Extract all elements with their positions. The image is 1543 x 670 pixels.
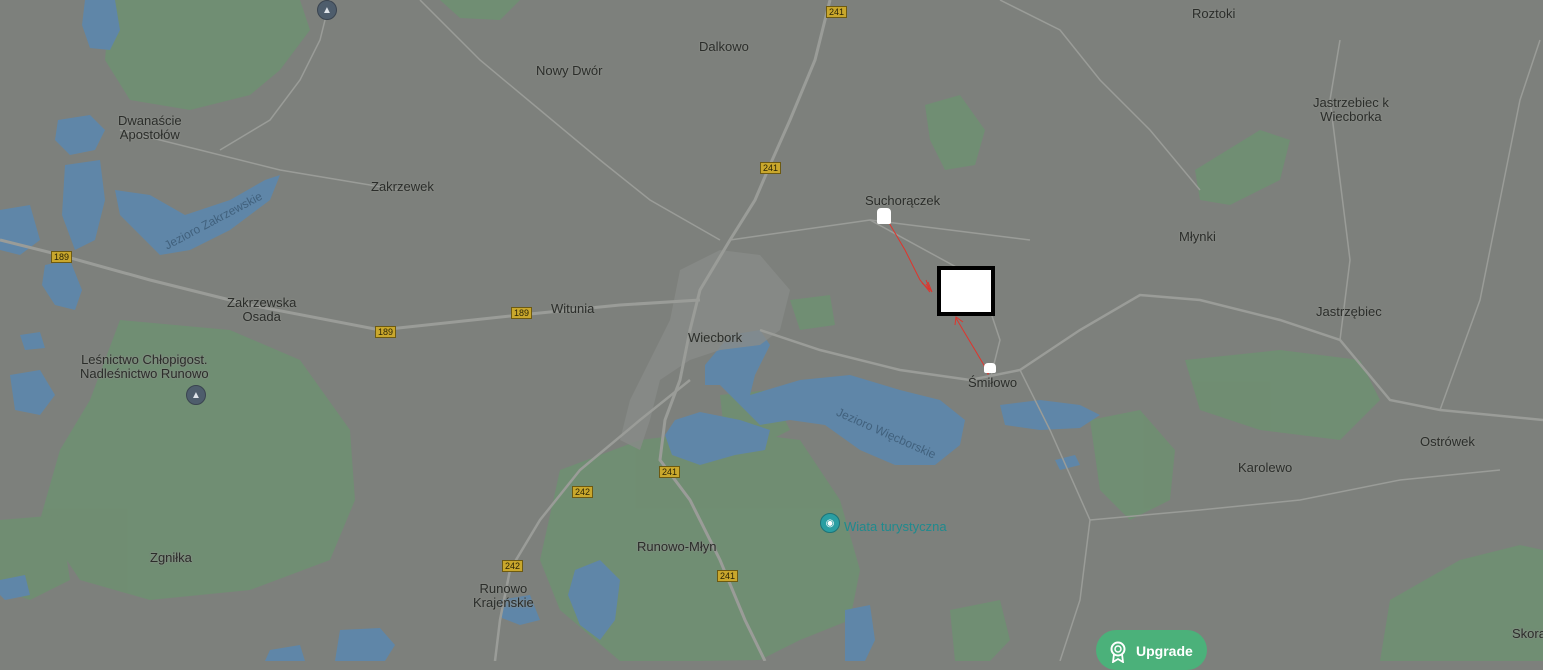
poi-label-wiata-turystyczna[interactable]: Wiata turystyczna: [844, 520, 947, 534]
place-label-suchoraczek: Suchorączek: [865, 193, 941, 208]
landmark-icon[interactable]: ▲: [186, 385, 206, 405]
place-label-zgnilka: Zgniłka: [150, 550, 192, 565]
place-label-jastrzebiec: Jastrzębiec: [1316, 304, 1382, 319]
road-shield-241: 241: [659, 466, 681, 478]
place-label-ostrowek: Ostrówek: [1420, 434, 1475, 449]
aircraft-marker[interactable]: [877, 208, 891, 224]
upgrade-button-label: Upgrade: [1136, 643, 1193, 659]
place-label-zakrzewska-osada: Zakrzewska Osada: [227, 295, 297, 324]
place-label-zakrzewek: Zakrzewek: [371, 179, 434, 194]
road-shield-241: 241: [717, 570, 739, 582]
place-label-runowo-mlyn: Runowo-Młyn: [637, 539, 717, 554]
road-shield-189: 189: [51, 251, 73, 263]
aircraft-marker[interactable]: [984, 363, 996, 373]
road-shield-241: 241: [826, 6, 848, 18]
place-label-lesnictwo: Leśnictwo Chłopigost. Nadleśnictwo Runow…: [80, 352, 209, 381]
award-icon: [1110, 641, 1126, 663]
place-label-karolewo: Karolewo: [1238, 460, 1293, 475]
road-shield-189: 189: [511, 307, 533, 319]
place-label-wiecbork: Wiecbork: [688, 330, 743, 345]
place-label-witunia: Witunia: [551, 301, 595, 316]
road-shield-189: 189: [375, 326, 397, 338]
selection-box[interactable]: [937, 266, 995, 316]
landmark-icon[interactable]: ▲: [317, 0, 337, 20]
road-shield-242: 242: [572, 486, 594, 498]
place-label-smilowo: Śmiłowo: [968, 375, 1018, 390]
road-shield-242: 242: [502, 560, 524, 572]
upgrade-button[interactable]: Upgrade: [1096, 630, 1207, 670]
map-canvas[interactable]: [0, 0, 1543, 661]
place-label-jastrzebiec-k-wiecborka: Jastrzebiec k Wiecborka: [1313, 95, 1389, 124]
place-label-dwanascie-apostolow: Dwanaście Apostołów: [118, 113, 182, 142]
place-label-skora: Skora: [1512, 626, 1543, 641]
place-label-dalkowo: Dalkowo: [699, 39, 749, 54]
camera-icon[interactable]: ◉: [820, 513, 840, 533]
place-label-runowo-krajenskie: Runowo Krajeńskie: [473, 581, 534, 610]
place-label-roztoki: Roztoki: [1192, 6, 1236, 21]
place-label-mlynki: Młynki: [1179, 229, 1216, 244]
road-shield-241: 241: [760, 162, 782, 174]
place-label-nowy-dwor: Nowy Dwór: [536, 63, 603, 78]
